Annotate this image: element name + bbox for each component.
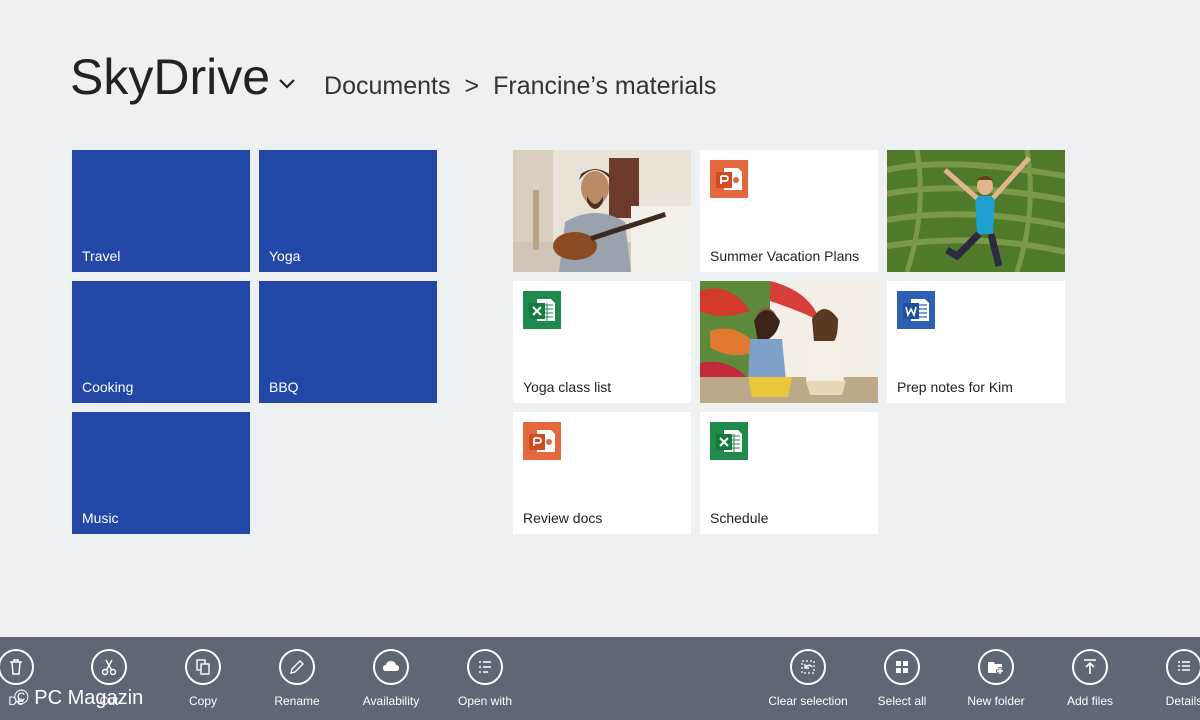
folder-tile-bbq[interactable]: BBQ: [259, 281, 437, 403]
cloud-icon: [383, 661, 399, 671]
select-all-button[interactable]: Select all: [857, 649, 947, 708]
pencil-icon: [290, 660, 304, 674]
excel-icon: [710, 422, 748, 460]
photo-thumbnail: [887, 150, 1065, 272]
breadcrumb-current-folder: Francine’s materials: [493, 72, 717, 100]
file-tile-summer-vacation-plans[interactable]: Summer Vacation Plans: [700, 150, 878, 272]
rename-button[interactable]: Rename: [252, 649, 342, 708]
folder-tile-music[interactable]: Music: [72, 412, 250, 534]
grid-icon: [896, 661, 908, 673]
folder-tile-travel[interactable]: Travel: [72, 150, 250, 272]
command-label: Select all: [877, 694, 927, 708]
command-label: Clear selection: [768, 694, 848, 708]
details-button[interactable]: Details: [1139, 649, 1200, 708]
photo-thumbnail: [513, 150, 691, 272]
file-label: Summer Vacation Plans: [710, 248, 860, 264]
file-label: Schedule: [710, 510, 769, 526]
folder-label: Yoga: [269, 248, 301, 264]
new-folder-button[interactable]: New folder: [951, 649, 1041, 708]
file-tile-photo-maze[interactable]: [887, 150, 1065, 272]
file-tile-prep-notes-for-kim[interactable]: Prep notes for Kim: [887, 281, 1065, 403]
folder-plus-icon: [988, 662, 1004, 675]
upload-icon: [1084, 659, 1096, 674]
app-title: SkyDrive: [70, 49, 271, 105]
command-label: Availability: [362, 694, 420, 708]
trash-icon: [10, 659, 22, 675]
file-label: Prep notes for Kim: [897, 379, 1013, 395]
watermark: © PC Magazin: [14, 687, 144, 709]
header: SkyDrive Documents > Francine’s material…: [70, 48, 716, 108]
powerpoint-icon: [710, 160, 748, 198]
command-label: Rename: [274, 694, 320, 708]
availability-button[interactable]: Availability: [346, 649, 436, 708]
excel-icon: [523, 291, 561, 329]
command-label: Details: [1165, 694, 1200, 708]
file-tile-photo-guitar[interactable]: [513, 150, 691, 272]
breadcrumb-documents[interactable]: Documents: [324, 72, 450, 101]
list-icon: [479, 661, 491, 673]
folder-label: Music: [82, 510, 119, 526]
undo-icon: [801, 660, 815, 674]
breadcrumb-separator: >: [464, 72, 480, 100]
command-label: Copy: [188, 694, 217, 708]
folder-tile-cooking[interactable]: Cooking: [72, 281, 250, 403]
file-tile-yoga-class-list[interactable]: Yoga class list: [513, 281, 691, 403]
word-icon: [897, 291, 935, 329]
command-label: Add files: [1066, 694, 1114, 708]
file-tile-schedule[interactable]: Schedule: [700, 412, 878, 534]
chevron-down-icon[interactable]: [276, 73, 298, 95]
file-label: Yoga class list: [523, 379, 612, 395]
copy-icon: [196, 659, 210, 675]
scissors-icon: [101, 659, 117, 676]
folder-tile-yoga[interactable]: Yoga: [259, 150, 437, 272]
clear-selection-button[interactable]: Clear selection: [763, 649, 853, 708]
photo-thumbnail: [700, 281, 878, 403]
command-label: Open with: [457, 694, 513, 708]
folder-label: BBQ: [269, 379, 299, 395]
app-bar: De Cut Copy Rename Availability Open wit…: [0, 637, 1200, 720]
folder-label: Cooking: [82, 379, 134, 395]
powerpoint-icon: [523, 422, 561, 460]
command-label: New folder: [967, 694, 1025, 708]
file-tile-review-docs[interactable]: Review docs: [513, 412, 691, 534]
open-with-button[interactable]: Open with: [440, 649, 530, 708]
add-files-button[interactable]: Add files: [1045, 649, 1135, 708]
copy-button[interactable]: Copy: [158, 649, 248, 708]
details-icon: [1178, 661, 1190, 671]
file-label: Review docs: [523, 510, 603, 526]
file-tile-photo-friends[interactable]: [700, 281, 878, 403]
folder-label: Travel: [82, 248, 121, 264]
